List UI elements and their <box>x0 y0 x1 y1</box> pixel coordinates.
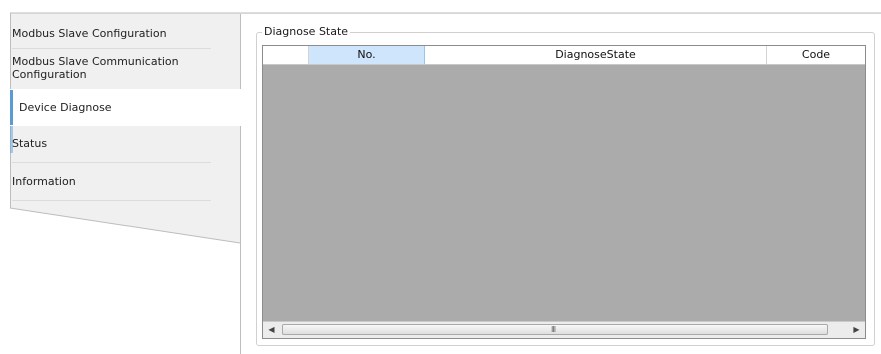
scrollbar-grip-icon: III <box>551 325 556 334</box>
sidebar-item-status[interactable]: Status <box>12 137 212 150</box>
grid-row-header-corner[interactable] <box>263 46 309 64</box>
groupbox-title: Diagnose State <box>262 25 351 38</box>
selection-accent-bar <box>10 90 13 125</box>
scroll-right-arrow-icon[interactable]: ▶ <box>848 322 865 338</box>
sidebar-item-modbus-slave-configuration[interactable]: Modbus Slave Configuration <box>12 27 212 40</box>
sidebar-separator <box>12 162 211 163</box>
sidebar-item-modbus-slave-communication-configuration[interactable]: Modbus Slave Communication Configuration <box>12 55 212 81</box>
scroll-left-arrow-icon[interactable]: ◀ <box>263 322 280 338</box>
sidebar-item-device-diagnose[interactable]: Device Diagnose <box>19 101 219 114</box>
column-header-diagnose-state[interactable]: DiagnoseState <box>425 46 767 64</box>
sidebar-item-information[interactable]: Information <box>12 175 212 188</box>
diagnose-state-grid[interactable]: No. DiagnoseState Code ◀ III ▶ <box>262 45 866 339</box>
grid-header-row: No. DiagnoseState Code <box>263 46 865 65</box>
sidebar-item-label-line2: Configuration <box>12 68 87 81</box>
sidebar-separator <box>12 200 211 201</box>
sidebar-item-label-line1: Modbus Slave Communication <box>12 55 179 68</box>
sidebar-separator <box>12 48 211 49</box>
scrollbar-thumb[interactable]: III <box>282 324 828 335</box>
horizontal-scrollbar[interactable]: ◀ III ▶ <box>263 321 865 338</box>
column-header-code[interactable]: Code <box>767 46 865 64</box>
column-header-no[interactable]: No. <box>309 46 425 64</box>
